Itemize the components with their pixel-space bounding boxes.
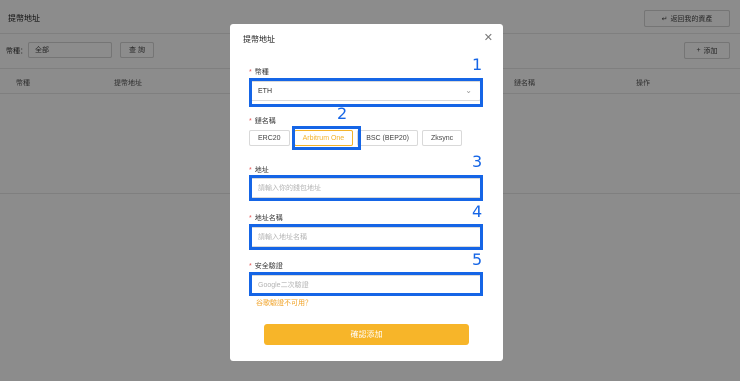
annotation-number-4: 4 [472, 202, 483, 221]
highlight-box-5 [249, 272, 483, 296]
security-label-text: 安全驗證 [254, 263, 283, 270]
address-label-text: 地址 [254, 167, 269, 174]
close-icon[interactable]: ✕ [484, 31, 493, 44]
google-unavailable-link[interactable]: 谷歌驗證不可用？ [256, 298, 312, 308]
highlight-box-2 [292, 126, 361, 150]
address-label: * 地址 [249, 165, 269, 175]
required-marker: * [249, 167, 252, 174]
required-marker: * [249, 215, 252, 222]
address-name-label: * 地址名稱 [249, 213, 283, 223]
network-option-zksync[interactable]: Zksync [422, 130, 463, 146]
network-option-erc20[interactable]: ERC20 [249, 130, 290, 146]
network-label-text: 鏈名稱 [254, 118, 276, 125]
address-name-label-text: 地址名稱 [254, 215, 283, 222]
annotation-number-1: 1 [472, 55, 483, 74]
currency-label-text: 幣種 [254, 69, 269, 76]
highlight-box-4 [249, 224, 483, 250]
annotation-number-2: 2 [337, 104, 348, 123]
currency-label: * 幣種 [249, 67, 269, 77]
required-marker: * [249, 118, 252, 125]
security-label: * 安全驗證 [249, 261, 283, 271]
modal-title: 提幣地址 [243, 35, 275, 44]
network-label: * 鏈名稱 [249, 116, 276, 126]
highlight-box-1 [249, 78, 483, 107]
required-marker: * [249, 69, 252, 76]
confirm-add-button[interactable]: 確認添加 [264, 324, 469, 345]
network-option-bsc[interactable]: BSC (BEP20) [357, 130, 418, 146]
required-marker: * [249, 263, 252, 270]
annotation-number-3: 3 [472, 152, 483, 171]
annotation-number-5: 5 [472, 250, 483, 269]
highlight-box-3 [249, 175, 483, 201]
